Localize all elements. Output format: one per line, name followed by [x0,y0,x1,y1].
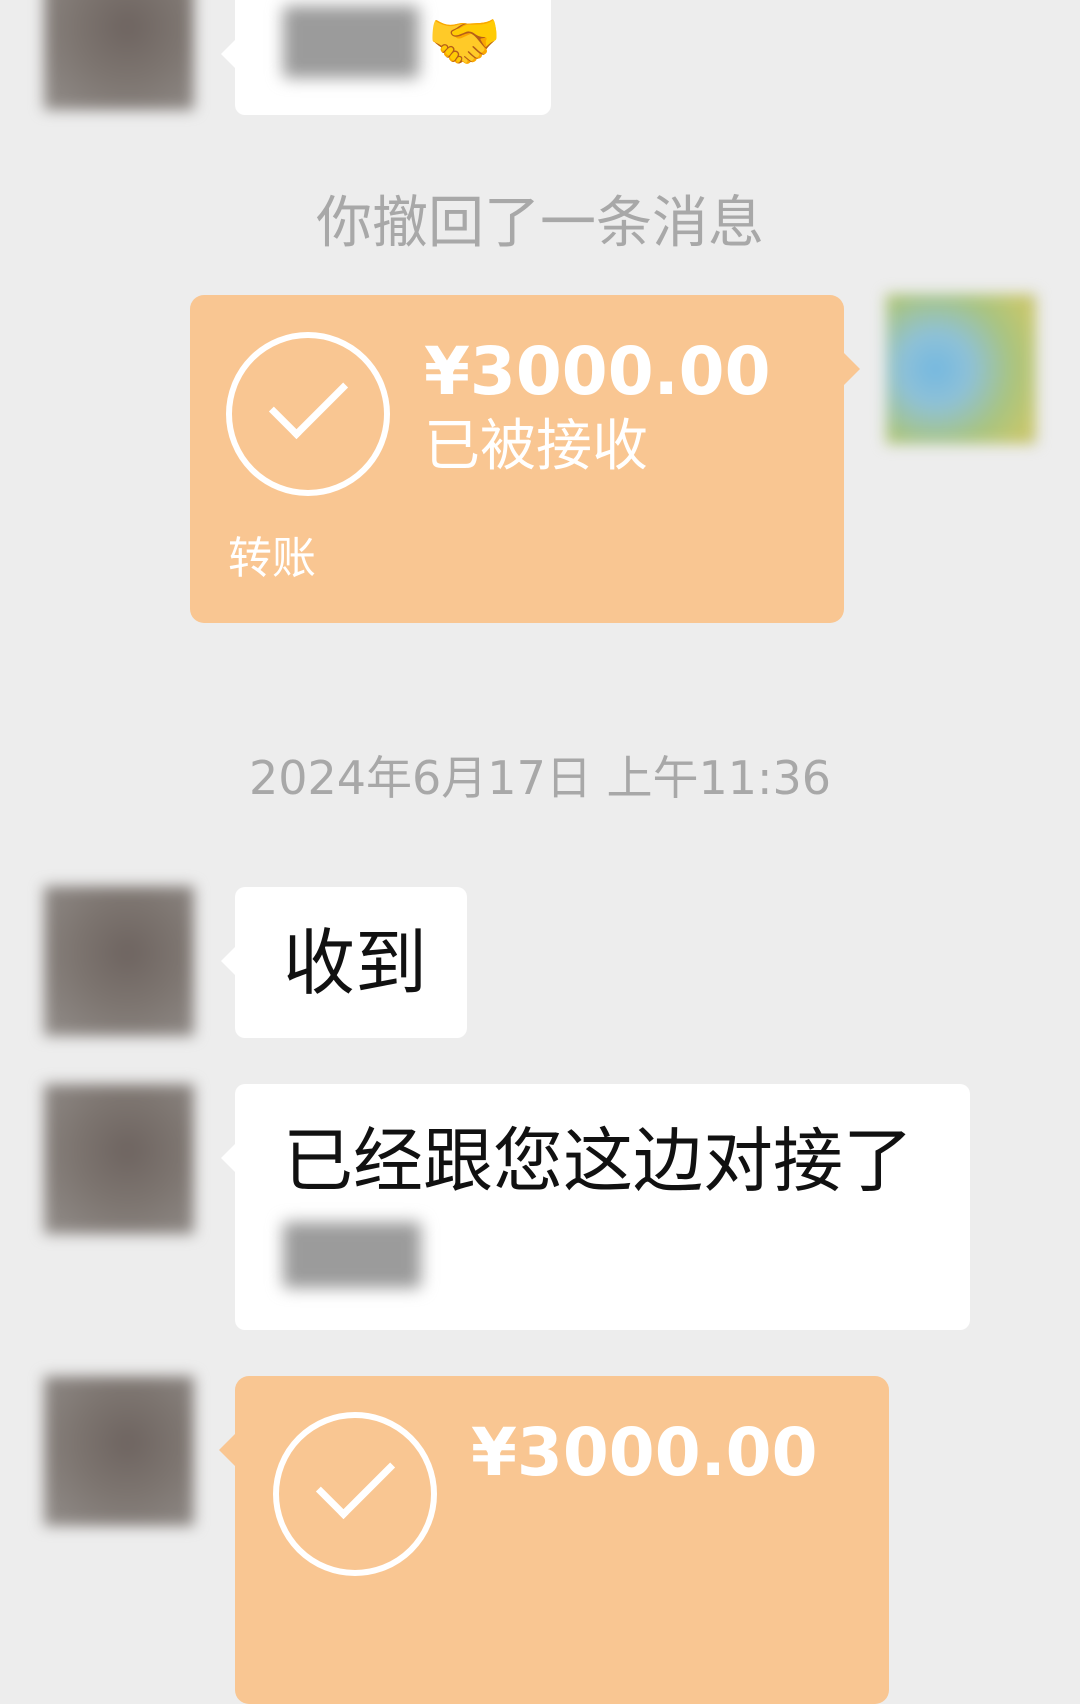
friend-avatar[interactable] [44,1084,194,1234]
message-text: 已经跟您这边对接了 [283,1120,913,1202]
blurred-name [283,6,419,78]
transfer-status: 已被接收 [424,414,648,479]
transfer-card-sent[interactable]: ¥3000.00 已被接收 转账 [190,295,860,623]
message-bubble[interactable]: 已经跟您这边对接了 [221,1084,970,1330]
transfer-amount: ¥3000.00 [471,1414,818,1491]
message-bubble[interactable]: 收到 [221,887,467,1038]
chat-screen: { "messages": { "first": {"emoji": "🤝"},… [0,0,1080,1704]
handshake-emoji: 🤝 [427,7,502,77]
friend-avatar[interactable] [44,886,194,1036]
check-circle-icon [226,332,390,496]
message-bubble[interactable]: 🤝 [221,0,551,115]
transfer-card-received[interactable]: ¥3000.00 [219,1376,889,1704]
friend-avatar[interactable] [44,0,194,110]
blurred-text [283,1222,421,1288]
self-avatar[interactable] [886,294,1036,444]
timestamp: 2024年6月17日 上午11:36 [248,751,832,805]
message-text: 收到 [283,921,428,1005]
friend-avatar[interactable] [44,1376,194,1526]
transfer-amount: ¥3000.00 [424,333,771,410]
recall-notice: 你撤回了一条消息 [316,191,764,256]
check-circle-icon [273,1412,437,1576]
transfer-label: 转账 [228,533,316,584]
